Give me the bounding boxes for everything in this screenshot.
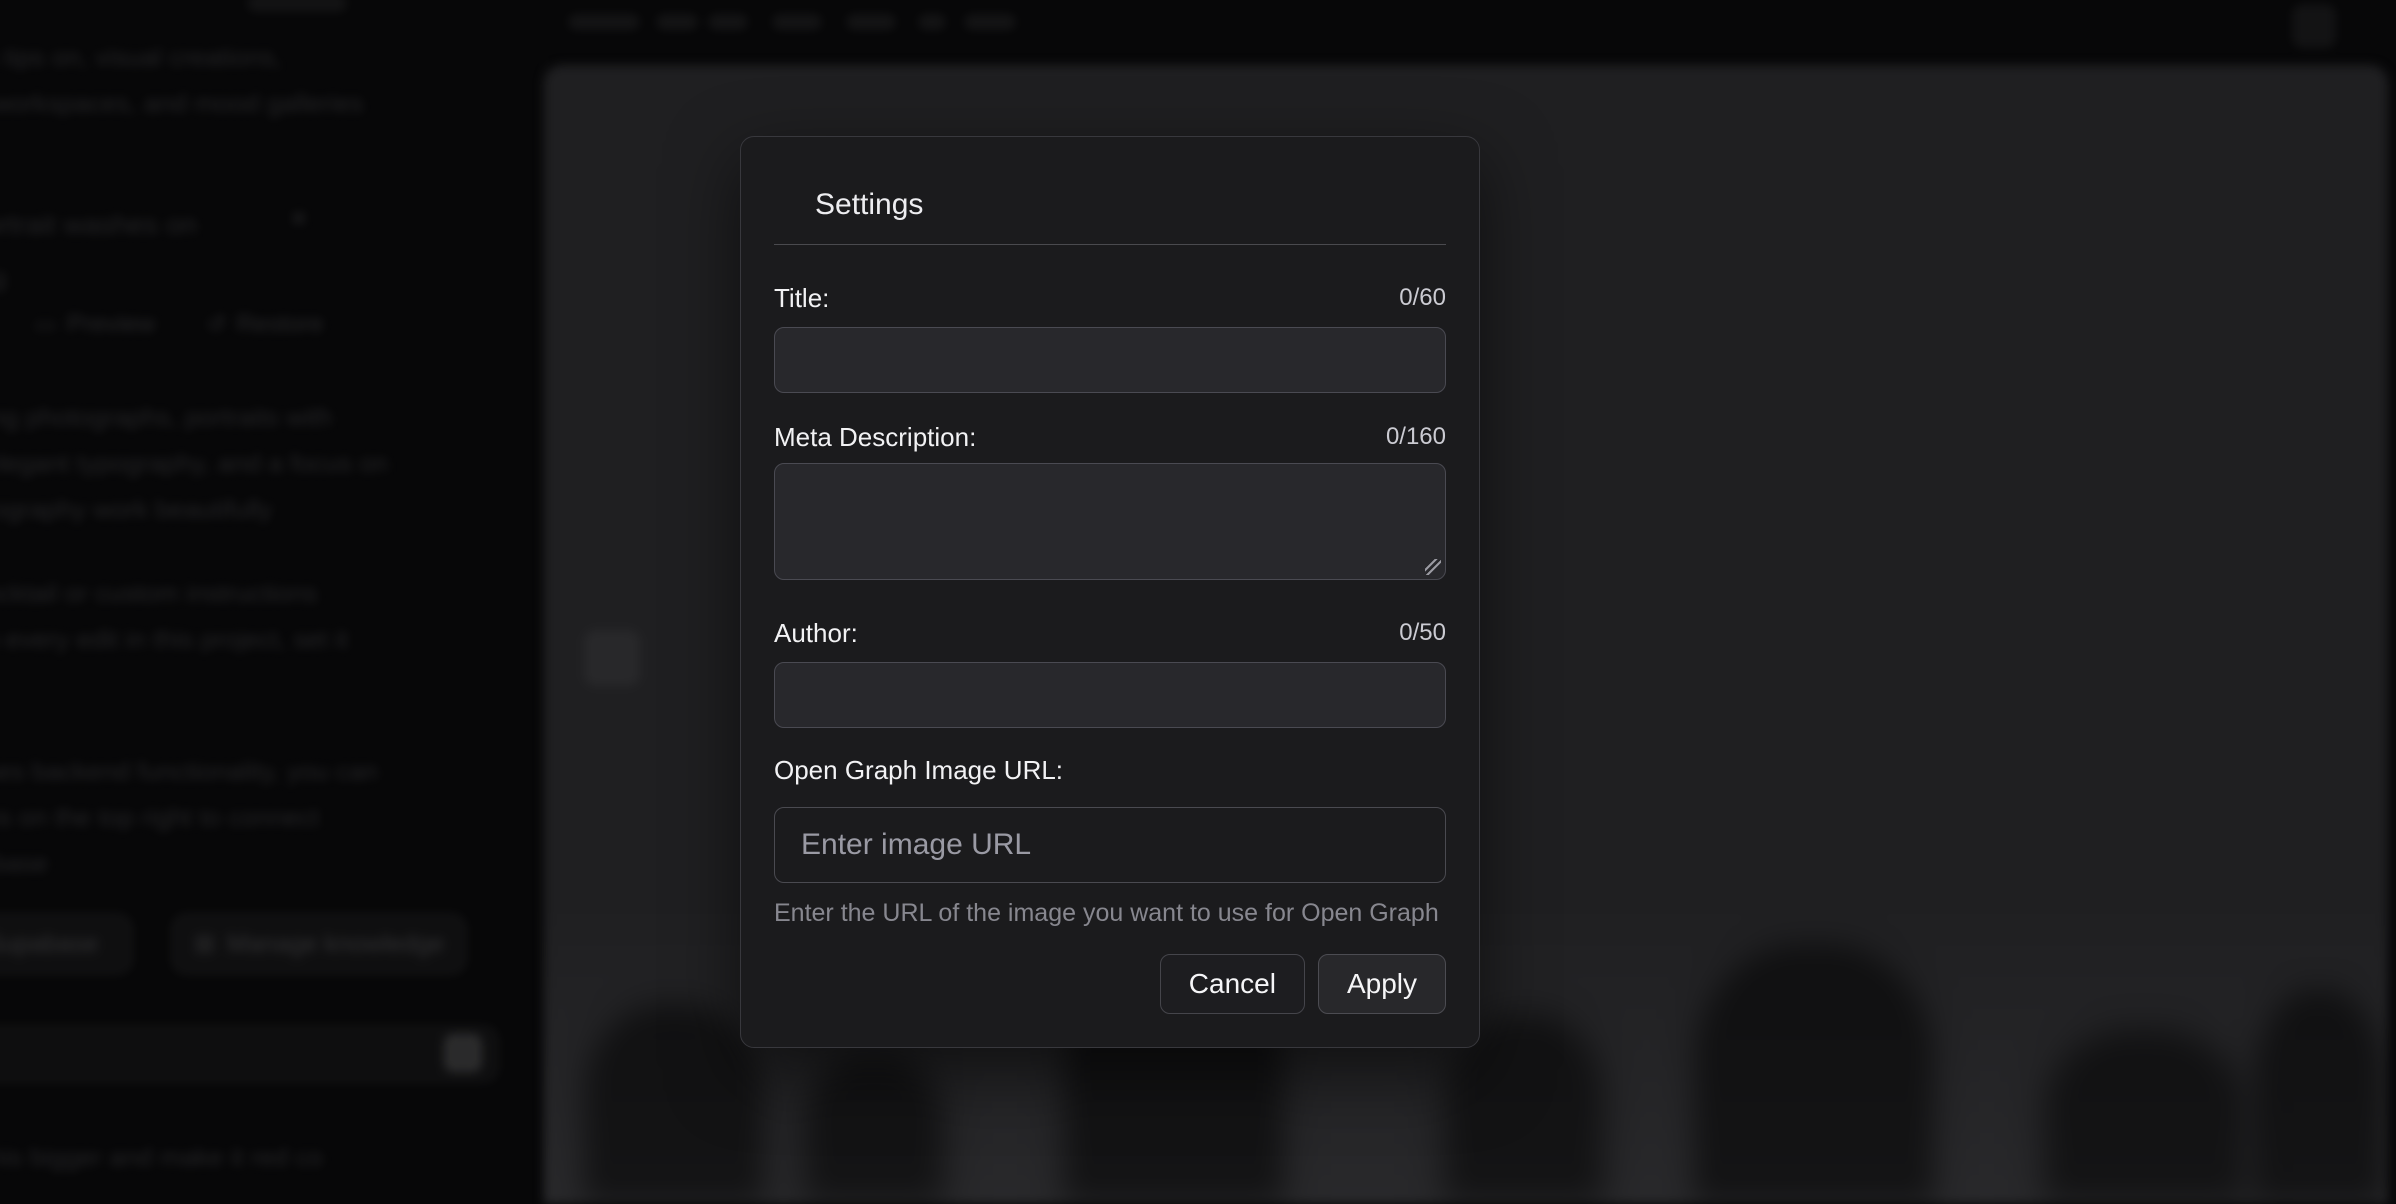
title-input[interactable] [774,327,1446,393]
supabase-button-label: Supabase [0,930,98,959]
tree-silhouette [2044,1029,2244,1204]
apply-button[interactable]: Apply [1318,954,1446,1014]
preview-button[interactable]: ▭ Preview [34,310,156,339]
chat-message-line: ses backend functionality, you can [0,754,378,788]
title-label: Title: [774,283,829,313]
breadcrumb-segment [772,14,822,30]
chat-message-line: workspaces, and mood galleries [0,86,363,120]
chat-message-line: base [0,846,48,880]
topbar-more-button[interactable] [2292,4,2336,48]
og-image-url-label: Open Graph Image URL: [774,755,1063,785]
author-label: Author: [774,618,858,648]
breadcrumb-segment [568,14,640,30]
tree-silhouette [2254,989,2384,1204]
tree-silhouette [804,1054,944,1204]
restore-button[interactable]: ↺ Restore [206,310,324,339]
preview-button-label: Preview [67,310,156,339]
restore-icon: ↺ [206,310,226,339]
supabase-button[interactable]: Supabase [0,914,132,974]
chat-input[interactable] [0,1026,498,1082]
chat-message-line: ography work beautifully [0,492,272,526]
history-prompt-text: this bigger and make it red co [0,1140,323,1174]
chat-message-line: o every edit in this project, set it [0,622,348,656]
chat-message-line: ocktail or custom instructions [0,576,318,610]
floating-toolbar-button[interactable] [584,630,640,686]
meta-description-label: Meta Description: [774,422,976,452]
manage-knowledge-label: Manage knowledge [227,930,444,959]
manage-knowledge-button[interactable]: ⊞ Manage knowledge [172,914,466,974]
modal-title: Settings [815,189,1446,221]
breadcrumb-dropdown[interactable] [964,14,1016,30]
tree-silhouette [1694,944,1934,1204]
send-icon: ↑ [458,1040,469,1066]
grid-icon: ⊞ [194,929,215,959]
chat-message-line: g [0,260,6,294]
app-screen: s tips on, visual creations, workspaces,… [0,0,2396,1204]
modal-divider [774,244,1446,245]
breadcrumb-segment [918,14,946,30]
breadcrumb-segment [656,14,698,30]
chat-message-line: elegant typography, and a focus on [0,446,388,480]
title-counter: 0/60 [1399,283,1446,313]
cancel-button[interactable]: Cancel [1160,954,1305,1014]
og-image-url-helper: Enter the URL of the image you want to u… [774,900,1446,926]
og-image-url-input[interactable] [774,807,1446,883]
restore-button-label: Restore [236,310,324,339]
author-input[interactable] [774,662,1446,728]
chat-message-line: ns on the top right to connect [0,800,319,834]
settings-modal: Settings Title: 0/60 Meta Description: 0… [740,136,1480,1048]
version-card-title: ortrait washes on [0,208,197,242]
tree-silhouette [584,1004,764,1204]
send-button[interactable]: ↑ [444,1034,482,1072]
meta-description-textarea[interactable] [774,463,1446,580]
sidebar-tab[interactable] [247,0,347,12]
chat-message-line: s tips on, visual creations, [0,40,282,74]
breadcrumb-segment [708,14,748,30]
monitor-icon: ▭ [34,310,57,339]
close-icon[interactable]: × [290,202,308,236]
chat-sidebar: s tips on, visual creations, workspaces,… [0,0,544,1196]
breadcrumb-segment [846,14,896,30]
resize-handle-icon[interactable] [1425,559,1441,575]
chat-message-line: ing photographs, portraits with [0,400,332,434]
author-counter: 0/50 [1399,618,1446,648]
meta-description-counter: 0/160 [1386,422,1446,452]
